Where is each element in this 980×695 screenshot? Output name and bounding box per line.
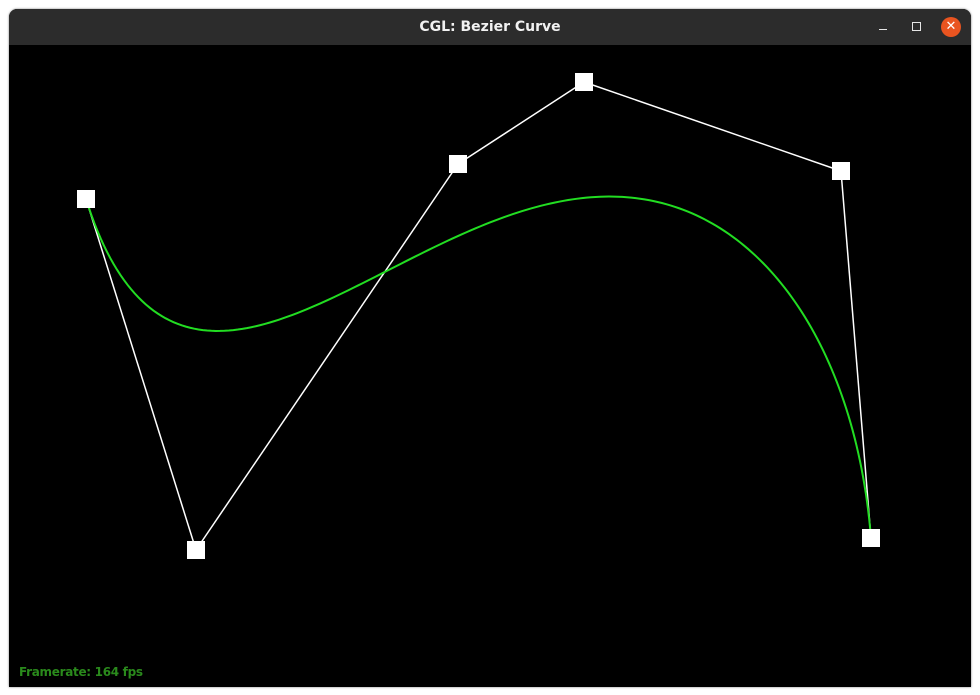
control-point-handle-5[interactable] xyxy=(832,162,850,180)
control-point-handle-4[interactable] xyxy=(575,73,593,91)
control-points[interactable] xyxy=(77,73,880,559)
close-icon: ✕ xyxy=(945,19,957,34)
app-window: CGL: Bezier Curve ✕ Framerate: 164 fps xyxy=(9,9,971,687)
control-point-handle-3[interactable] xyxy=(449,155,467,173)
control-polygon-segment xyxy=(195,163,459,551)
minimize-button[interactable] xyxy=(873,17,893,37)
window-title: CGL: Bezier Curve xyxy=(419,19,561,35)
render-canvas[interactable]: Framerate: 164 fps xyxy=(9,45,971,687)
control-polygon-segment xyxy=(840,170,872,539)
control-polygon-segment xyxy=(85,198,197,551)
framerate-label: Framerate: 164 fps xyxy=(19,665,143,679)
maximize-icon xyxy=(912,22,921,31)
control-point-handle-6[interactable] xyxy=(862,529,880,547)
control-point-handle-2[interactable] xyxy=(187,541,205,559)
minimize-icon xyxy=(879,29,887,30)
control-polygon xyxy=(85,81,872,551)
title-bar[interactable]: CGL: Bezier Curve ✕ xyxy=(9,9,971,45)
maximize-button[interactable] xyxy=(907,17,927,37)
bezier-scene[interactable] xyxy=(9,45,971,687)
control-point-handle-1[interactable] xyxy=(77,190,95,208)
close-button[interactable]: ✕ xyxy=(941,17,961,37)
control-polygon-segment xyxy=(583,81,842,172)
control-polygon-segment xyxy=(457,81,585,165)
bezier-curve xyxy=(85,195,872,539)
